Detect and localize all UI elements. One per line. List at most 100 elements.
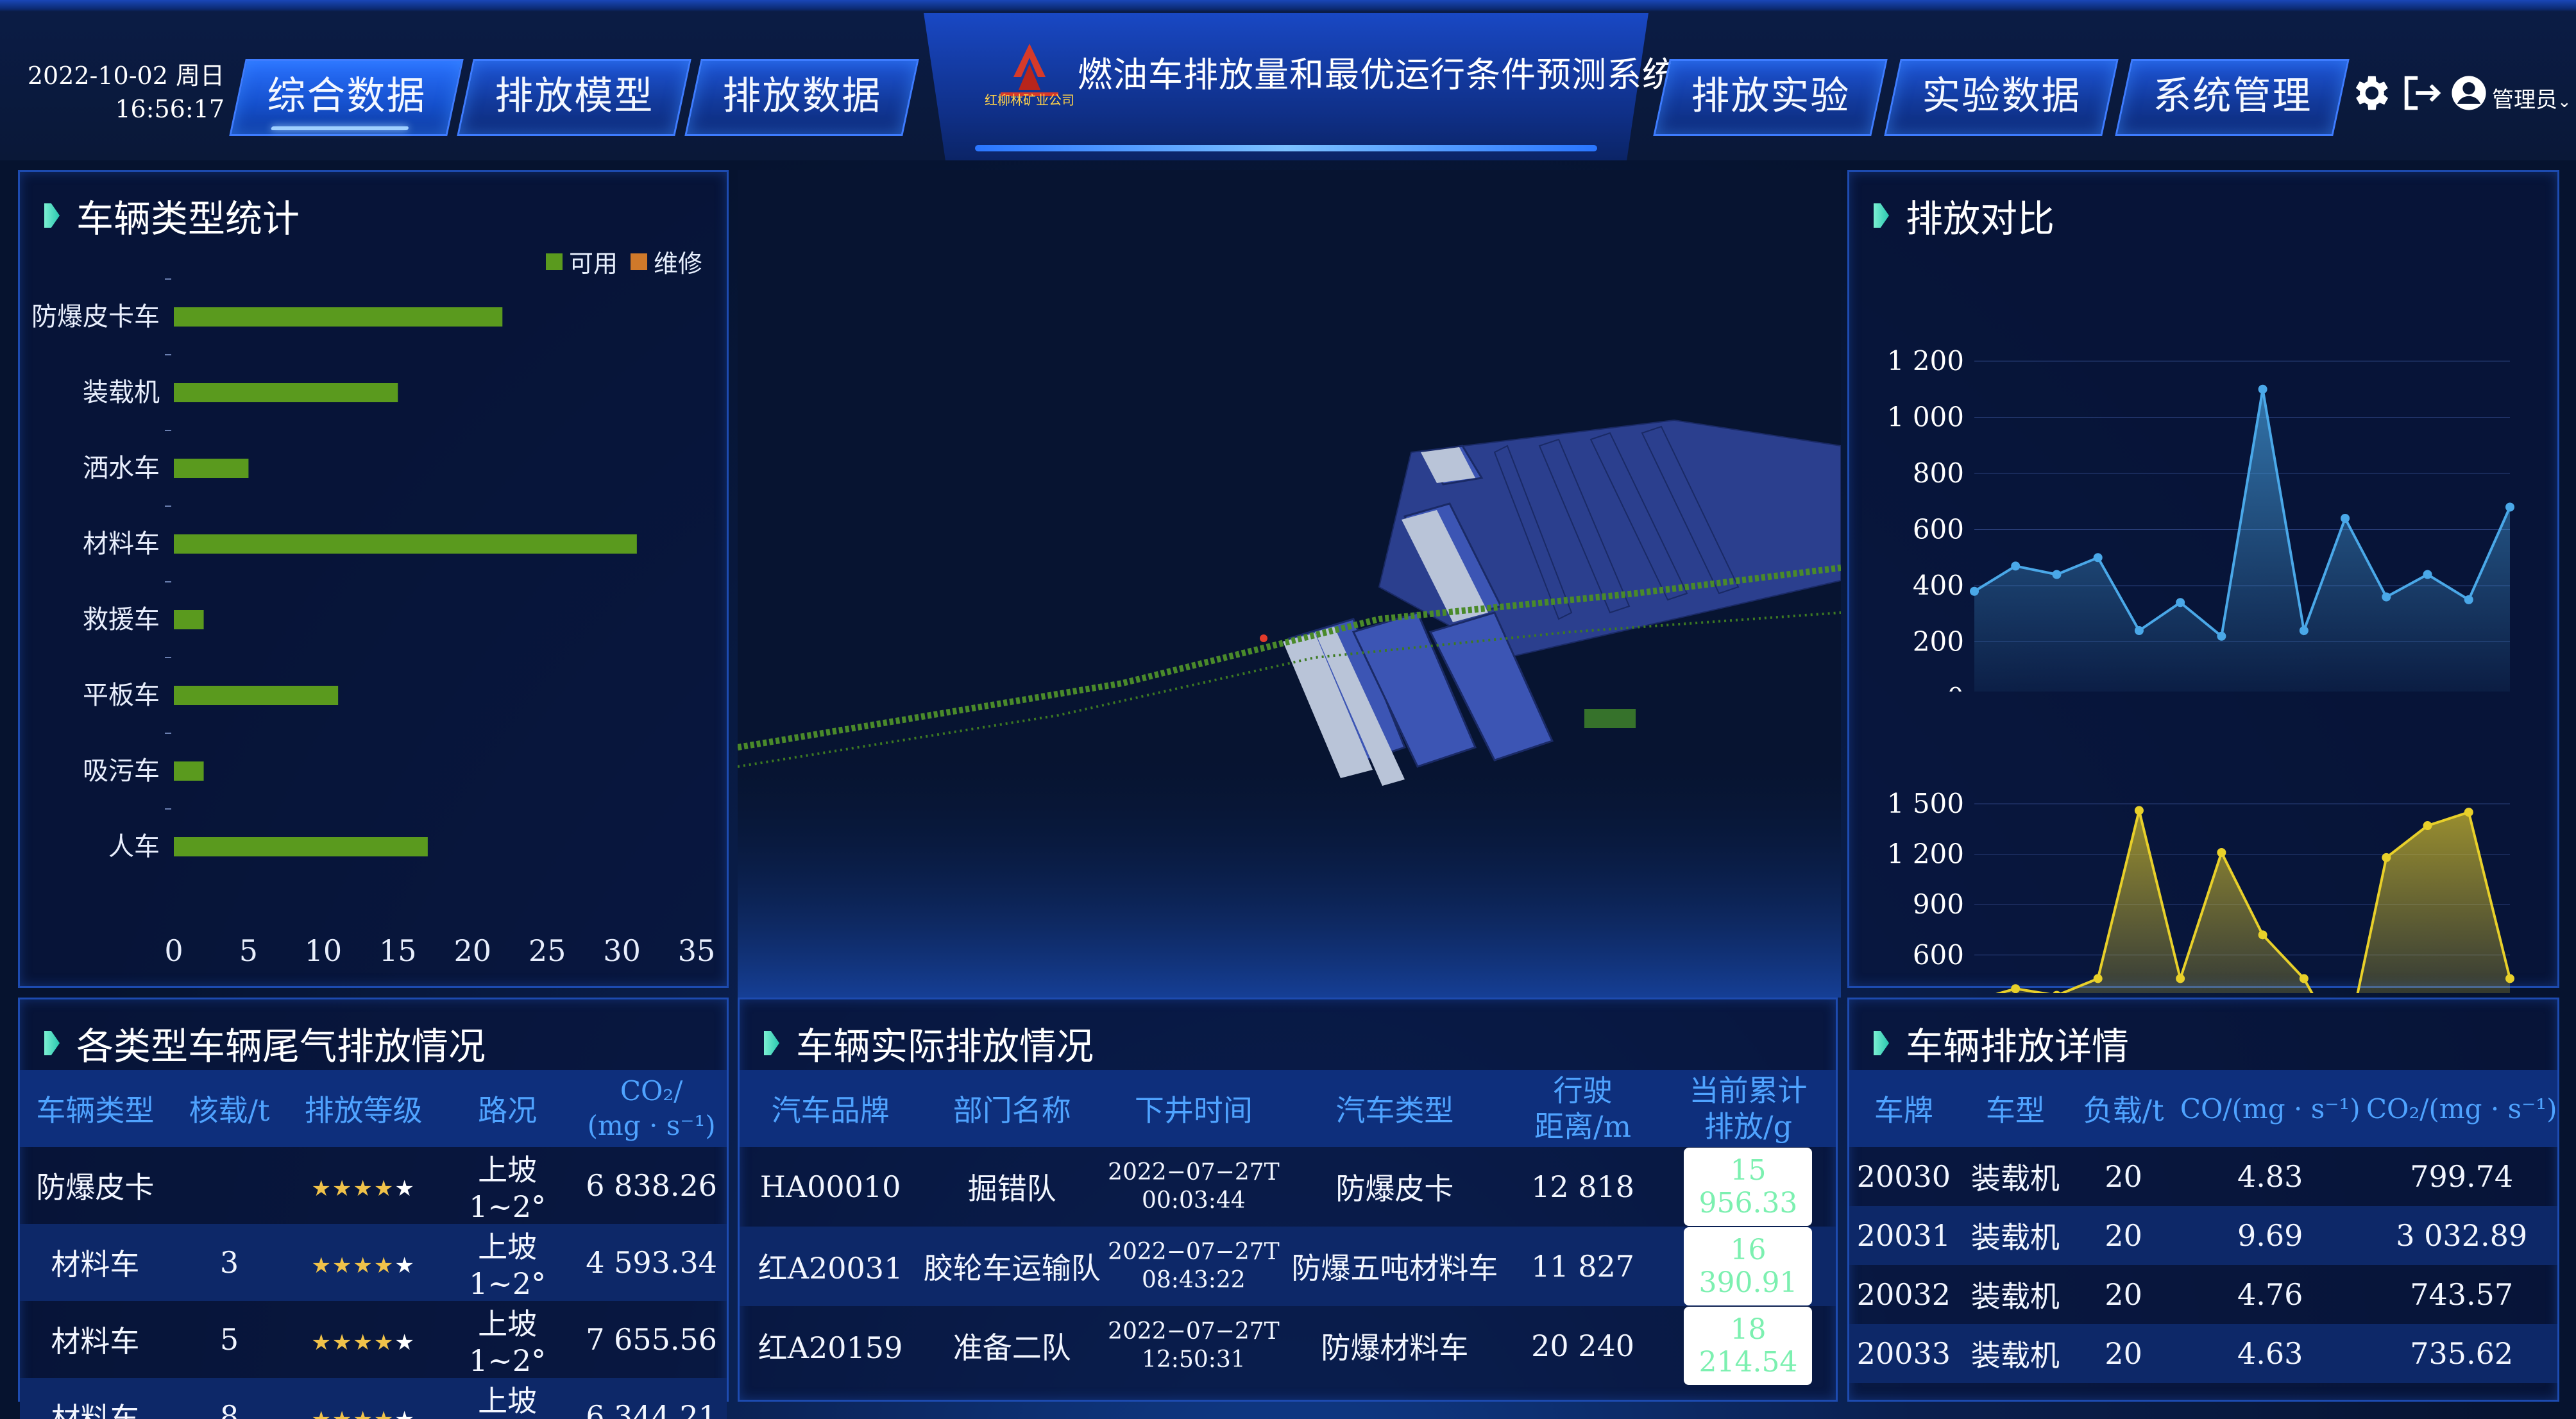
- data-point[interactable]: [2299, 974, 2309, 983]
- co2-cell: 743.57: [2410, 1277, 2514, 1312]
- bar[interactable]: [174, 307, 503, 327]
- category-label: 平板车: [83, 681, 160, 710]
- column-header: 核载/t: [189, 1093, 270, 1128]
- category-label: 材料车: [83, 529, 160, 559]
- logout-icon[interactable]: [2399, 71, 2444, 115]
- data-point[interactable]: [2011, 561, 2021, 571]
- tab-emission-experiment[interactable]: 排放实验: [1653, 59, 1888, 136]
- co2-cell: 4 593.34: [586, 1245, 718, 1280]
- model-cell: 装载机: [1970, 1161, 2060, 1196]
- table-header-row: 汽车品牌 部门名称 下井时间 汽车类型 行驶 距离/m 当前累计 排放/g: [740, 1070, 1836, 1147]
- tab-label: 排放模型: [495, 74, 654, 119]
- table-row[interactable]: 材料车 3 ★★★★★ 上坡 1~2° 4 593.34: [20, 1224, 727, 1301]
- tab-system-management[interactable]: 系统管理: [2115, 59, 2350, 136]
- data-point[interactable]: [2423, 570, 2432, 579]
- vehicle-type-cell: 材料车: [51, 1324, 140, 1359]
- table-row[interactable]: 防爆皮卡 ★★★★★ 上坡 1~2° 6 838.26: [20, 1147, 727, 1224]
- x-tick-label: 25: [529, 933, 566, 968]
- table-row[interactable]: 红A20159 准备二队 2022−07−27T 12:50:31 防爆材料车 20 24…: [740, 1306, 1836, 1386]
- column-header: CO₂/ (mg · s⁻¹): [576, 1070, 727, 1147]
- table-row[interactable]: 20030 装载机 20 4.83 799.74: [1849, 1147, 2557, 1206]
- table-row[interactable]: 红A20031 胶轮车运输队 2022−07−27T 08:43:22 防爆五吨材料车 1…: [740, 1227, 1836, 1306]
- data-point[interactable]: [2505, 502, 2514, 512]
- x-tick-label: 20: [453, 933, 491, 968]
- table-row[interactable]: 材料车 5 ★★★★★ 上坡 1~2° 7 655.56: [20, 1301, 727, 1378]
- plate-cell: 20033: [1856, 1336, 1951, 1371]
- column-header: 车型: [1985, 1093, 2045, 1128]
- distance-cell: 12 818: [1531, 1169, 1635, 1204]
- data-point[interactable]: [2258, 930, 2267, 940]
- data-point[interactable]: [2382, 853, 2391, 862]
- table-header-row: 车辆类型 核载/t 排放等级 路况 CO₂/ (mg · s⁻¹): [20, 1070, 727, 1147]
- table-row[interactable]: 20032 装载机 20 4.76 743.57: [1849, 1265, 2557, 1324]
- emission-detail-table: 车牌 车型 负载/t CO/(mg · s⁻¹) CO₂/(mg · s⁻¹) …: [1849, 1070, 2557, 1383]
- data-point[interactable]: [2176, 974, 2185, 983]
- data-point[interactable]: [2052, 990, 2061, 993]
- data-point[interactable]: [1970, 586, 1979, 596]
- column-header-line: 距离/m: [1534, 1109, 1632, 1144]
- y-tick-label: 600: [1913, 939, 1964, 971]
- tab-comprehensive-data[interactable]: 综合数据: [229, 59, 464, 136]
- data-point[interactable]: [2093, 553, 2103, 563]
- area-fill: [2000, 810, 2510, 993]
- y-tick-label: 600: [1913, 514, 1964, 545]
- category-label: 人车: [108, 832, 160, 862]
- road-condition-cell: 上坡 1~2°: [478, 1384, 538, 1418]
- tab-emission-model[interactable]: 排放模型: [457, 59, 691, 136]
- table-row[interactable]: 20031 装载机 20 9.69 3 032.89: [1849, 1206, 2557, 1265]
- data-point[interactable]: [2423, 821, 2432, 831]
- emission-cell: 16 390.91: [1661, 1227, 1836, 1306]
- department-cell: 掘错队: [967, 1171, 1056, 1206]
- data-point[interactable]: [2464, 808, 2473, 817]
- bar[interactable]: [174, 610, 204, 629]
- co2-cell: 6 344.21: [586, 1399, 718, 1419]
- y-tick-label: 1 200: [1887, 345, 1964, 377]
- bar[interactable]: [174, 761, 204, 781]
- column-header: 行驶 距离/m: [1505, 1070, 1661, 1147]
- data-point[interactable]: [2258, 384, 2267, 394]
- down-clock: 00:03:44: [1142, 1187, 1246, 1214]
- panel-title-text: 各类型车辆尾气排放情况: [76, 1024, 486, 1068]
- title-marker-icon: [44, 1031, 60, 1055]
- table-row[interactable]: 20033 装载机 20 4.63 735.62: [1849, 1324, 2557, 1383]
- y-tick-label: 800: [1913, 457, 1964, 489]
- bar[interactable]: [174, 459, 249, 478]
- column-header: 汽车类型: [1335, 1093, 1454, 1128]
- data-point[interactable]: [2093, 974, 2103, 983]
- load-cell: 3: [219, 1245, 239, 1280]
- data-point[interactable]: [2052, 570, 2062, 579]
- gear-icon[interactable]: [2348, 71, 2393, 115]
- bar[interactable]: [174, 534, 637, 554]
- bar[interactable]: [174, 686, 339, 705]
- column-header: 路况: [478, 1093, 538, 1128]
- bar[interactable]: [174, 837, 428, 856]
- tail-emission-table: 车辆类型 核载/t 排放等级 路况 CO₂/ (mg · s⁻¹) 防爆皮卡 ★★…: [20, 1070, 727, 1419]
- data-point[interactable]: [2505, 974, 2514, 983]
- data-point[interactable]: [2341, 514, 2350, 523]
- emission-cell: 15 956.33: [1661, 1147, 1836, 1227]
- datetime-display: 2022-10-02 周日 16:56:17: [19, 59, 225, 126]
- load-cell: 20: [2105, 1159, 2142, 1194]
- user-icon[interactable]: [2450, 71, 2487, 115]
- y-tick-label: 300: [1913, 989, 1964, 993]
- load-cell: 5: [219, 1322, 239, 1357]
- column-header: 部门名称: [953, 1093, 1071, 1128]
- category-label: 吸污车: [83, 756, 160, 786]
- tab-emission-data[interactable]: 排放数据: [684, 59, 919, 136]
- distance-cell: 20 240: [1531, 1329, 1635, 1363]
- data-point[interactable]: [2134, 806, 2144, 815]
- panel-title-text: 排放对比: [1906, 197, 2055, 241]
- user-menu[interactable]: 管理员⌄: [2492, 82, 2572, 114]
- table-row[interactable]: 材料车 8 ★★★★★ 上坡 1~2° 6 344.21: [20, 1378, 727, 1419]
- actual-emission-panel: 车辆实际排放情况 汽车品牌 部门名称 下井时间 汽车类型 行驶 距离/m 当前累…: [738, 998, 1838, 1402]
- tab-experiment-data[interactable]: 实验数据: [1884, 59, 2119, 136]
- table-row[interactable]: HA00010 掘错队 2022−07−27T 00:03:44 防爆皮卡 12 818 1…: [740, 1147, 1836, 1227]
- road-condition-cell: 上坡 1~2°: [469, 1153, 547, 1224]
- bar[interactable]: [174, 383, 398, 402]
- data-point[interactable]: [2011, 984, 2021, 993]
- down-date: 2022−07−27T: [1108, 1239, 1280, 1265]
- mine-3d-view[interactable]: [738, 170, 1841, 998]
- emission-value-badge: 18 214.54: [1684, 1307, 1813, 1385]
- data-point[interactable]: [2217, 847, 2226, 857]
- department-cell: 胶轮车运输队: [923, 1251, 1101, 1286]
